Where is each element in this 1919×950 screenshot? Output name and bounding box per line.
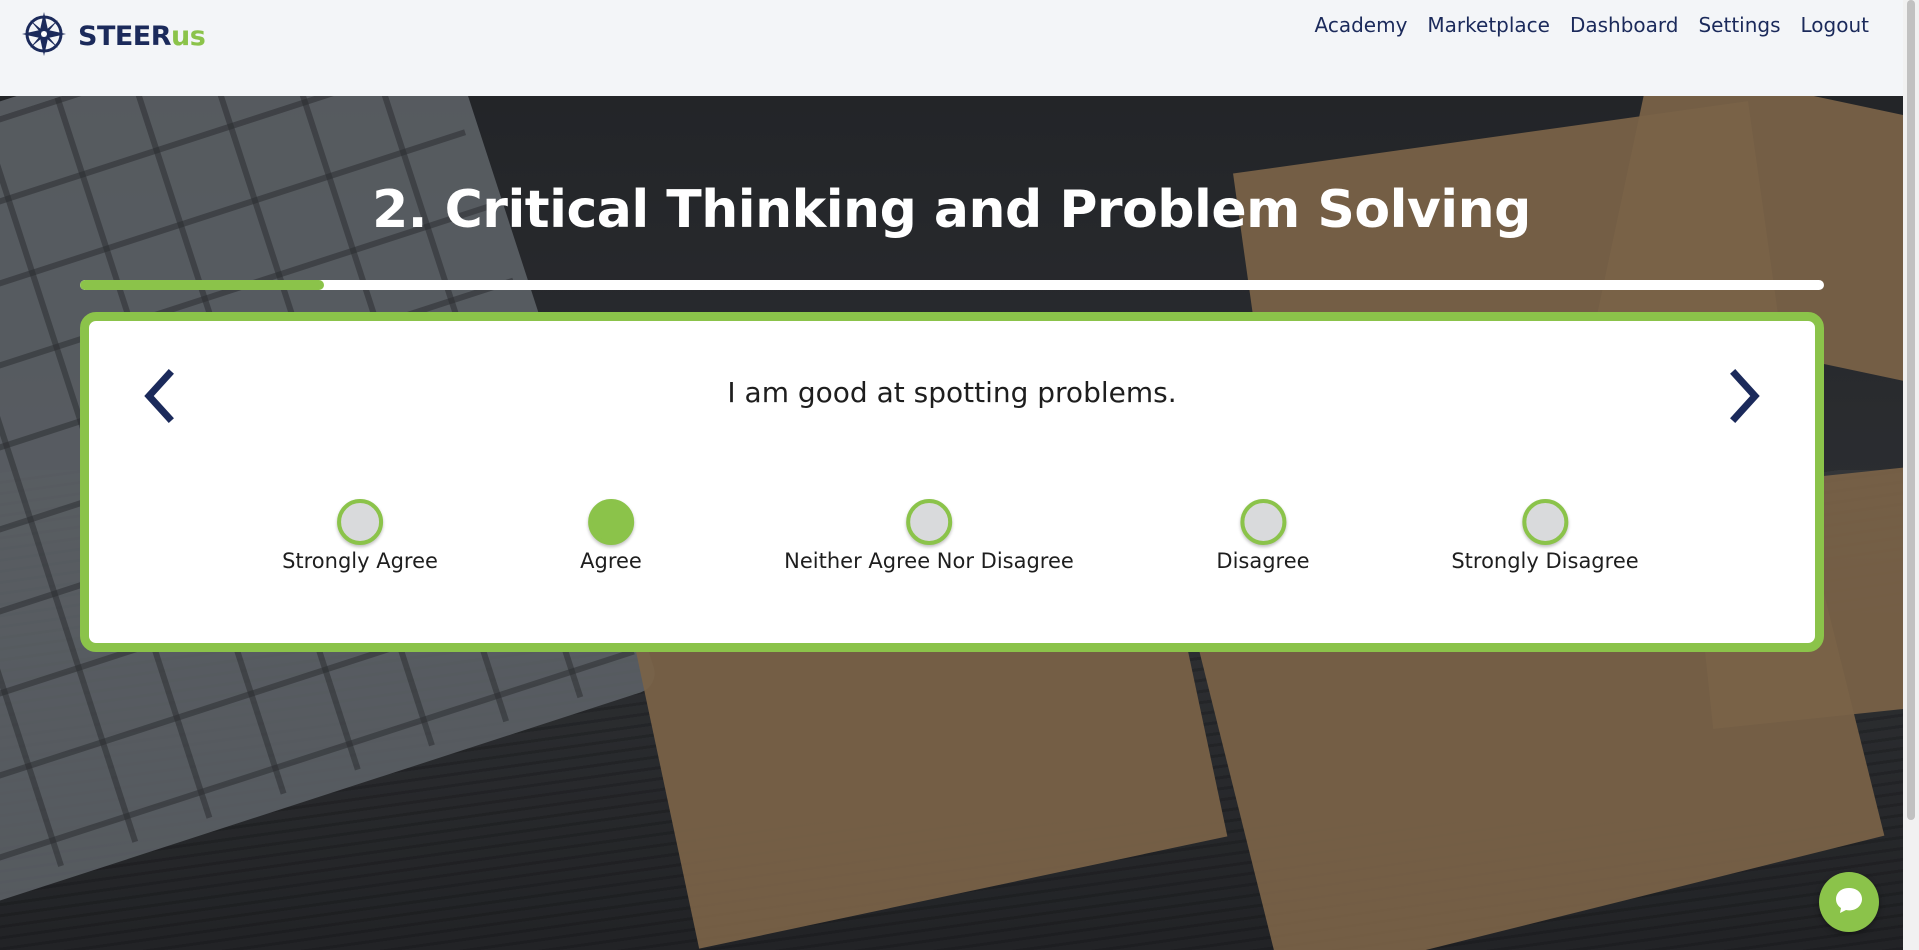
steerus-logo[interactable]: STEERus xyxy=(20,10,206,62)
question-card: I am good at spotting problems. Strongly… xyxy=(80,312,1824,652)
radio-strongly-disagree[interactable] xyxy=(1521,499,1568,545)
option-strongly-disagree[interactable]: Strongly Disagree xyxy=(1451,499,1639,573)
compass-icon xyxy=(20,10,68,62)
chevron-right-icon xyxy=(1723,369,1767,430)
nav-academy[interactable]: Academy xyxy=(1315,13,1408,37)
radio-agree[interactable] xyxy=(588,499,634,545)
chevron-left-icon xyxy=(137,369,181,430)
next-question-button[interactable] xyxy=(1723,366,1767,426)
nav-settings[interactable]: Settings xyxy=(1698,13,1780,37)
option-label: Strongly Agree xyxy=(282,549,438,573)
chat-bubble-icon xyxy=(1833,884,1865,920)
option-disagree[interactable]: Disagree xyxy=(1216,499,1310,573)
radio-neither[interactable] xyxy=(906,499,952,545)
progress-fill xyxy=(80,280,325,290)
logo-text-steer: STEER xyxy=(78,20,172,52)
section-title: 2. Critical Thinking and Problem Solving xyxy=(372,180,1531,240)
page-scrollbar[interactable] xyxy=(1903,0,1919,950)
nav-marketplace[interactable]: Marketplace xyxy=(1427,13,1550,37)
option-agree[interactable]: Agree xyxy=(580,499,642,573)
option-label: Agree xyxy=(580,549,642,573)
option-label: Neither Agree Nor Disagree xyxy=(784,549,1074,573)
nav-logout[interactable]: Logout xyxy=(1801,13,1869,37)
progress-bar xyxy=(80,280,1824,290)
radio-disagree[interactable] xyxy=(1239,499,1286,545)
option-label: Strongly Disagree xyxy=(1451,549,1639,573)
option-neither[interactable]: Neither Agree Nor Disagree xyxy=(784,499,1074,573)
nav-dashboard[interactable]: Dashboard xyxy=(1570,13,1679,37)
scrollbar-thumb[interactable] xyxy=(1907,0,1915,820)
top-navbar: STEERus Academy Marketplace Dashboard Se… xyxy=(0,0,1903,96)
main-nav: Academy Marketplace Dashboard Settings L… xyxy=(1315,13,1870,37)
logo-text-us: us xyxy=(171,20,206,52)
chat-button[interactable] xyxy=(1819,872,1879,932)
option-strongly-agree[interactable]: Strongly Agree xyxy=(282,499,438,573)
radio-strongly-agree[interactable] xyxy=(337,499,383,545)
option-label: Disagree xyxy=(1216,549,1310,573)
question-text: I am good at spotting problems. xyxy=(727,376,1177,409)
logo-text: STEERus xyxy=(78,20,206,52)
